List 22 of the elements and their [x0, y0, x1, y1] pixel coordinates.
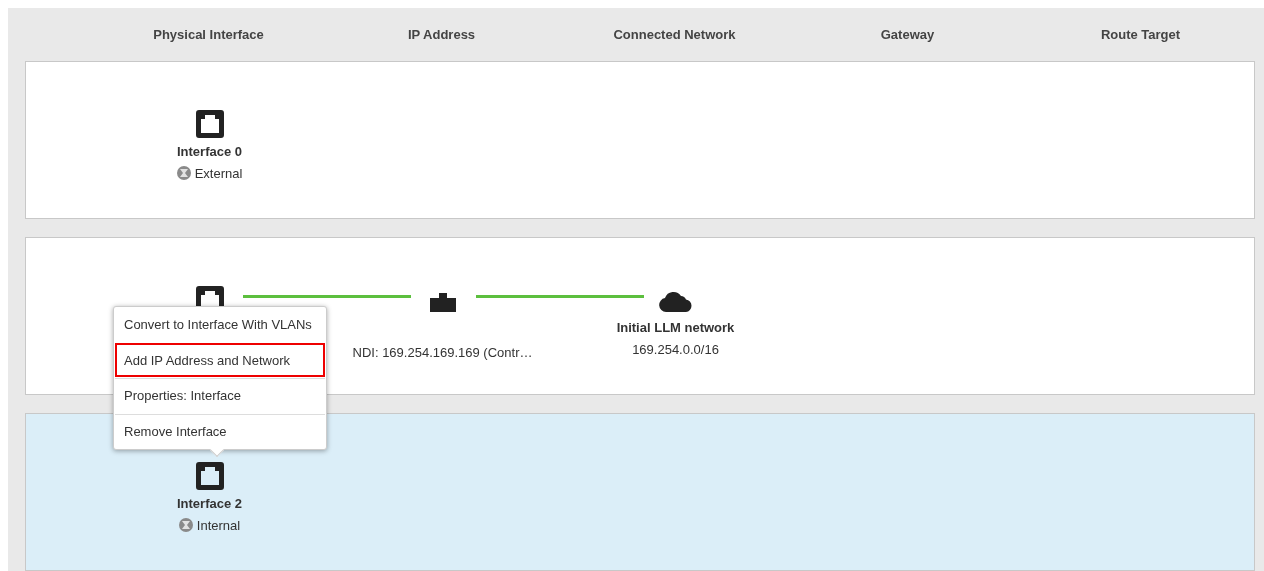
menu-item[interactable]: Add IP Address and Network: [115, 342, 325, 377]
ethernet-port-icon: [195, 462, 224, 490]
interface-name: Interface 2: [176, 495, 242, 513]
column-header: Connected Network: [612, 25, 737, 44]
network-name: Initial LLM network: [616, 319, 735, 337]
column-header: IP Address: [406, 25, 477, 44]
column-header: Physical Interface: [152, 25, 265, 44]
column-header: Route Target: [1099, 25, 1182, 44]
network-subnet: 169.254.0.0/16: [632, 340, 719, 359]
zone-label: Internal: [196, 516, 241, 535]
zone-icon: [178, 518, 193, 533]
ip-address-label: NDI: 169.254.169.169 (Contr…: [352, 344, 533, 362]
interface-name: Interface 0: [176, 143, 242, 161]
column-header: Gateway: [879, 25, 936, 44]
ethernet-port-icon: [195, 110, 224, 138]
network-adapter-icon: [429, 293, 456, 312]
cloud-icon: [659, 290, 692, 312]
menu-item[interactable]: Convert to Interface With VLANs: [115, 308, 325, 342]
zone-icon: [176, 166, 191, 181]
menu-item[interactable]: Properties: Interface: [115, 378, 325, 413]
zone-label: External: [194, 164, 243, 183]
interface-row[interactable]: Interface 0 External: [25, 61, 1255, 219]
